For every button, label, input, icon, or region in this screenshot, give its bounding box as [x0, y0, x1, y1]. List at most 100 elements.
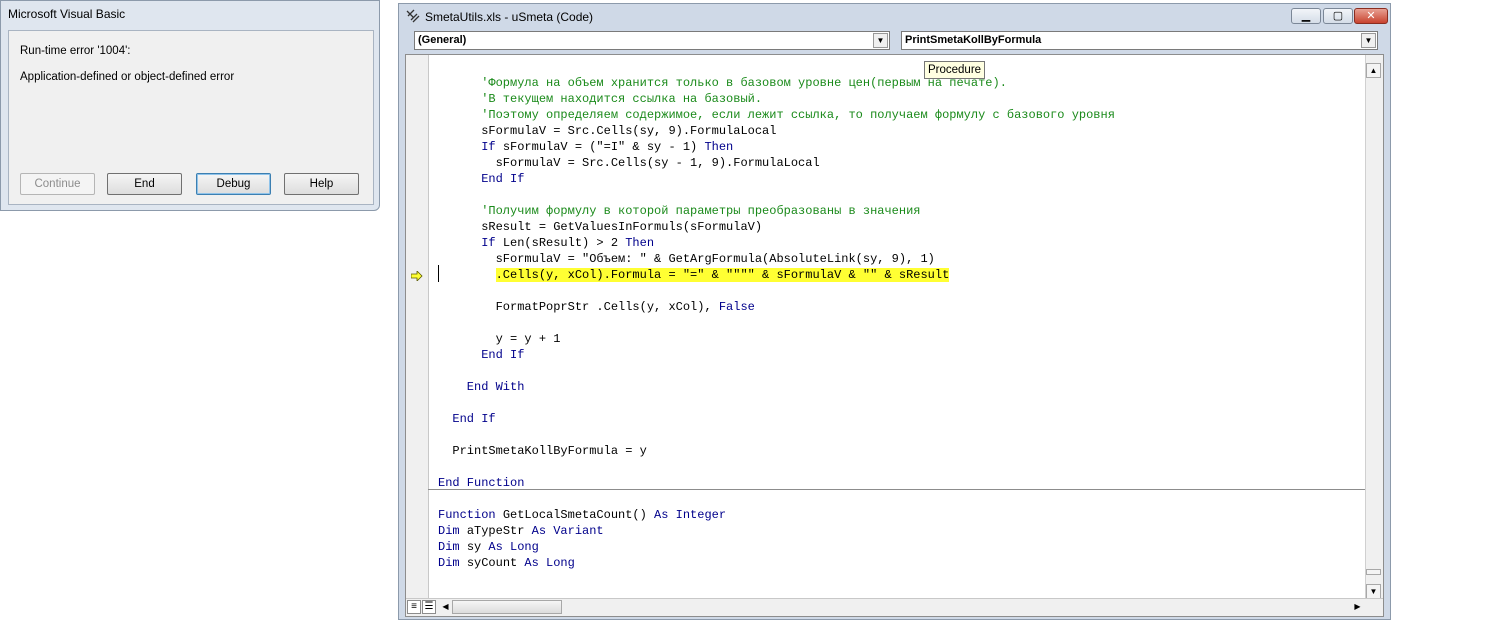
debug-button[interactable]: Debug: [196, 173, 271, 195]
scroll-up-icon[interactable]: ▲: [1366, 63, 1381, 78]
code-line[interactable]: If Len(sResult) > 2 Then: [438, 235, 1368, 251]
code-line[interactable]: Function GetLocalSmetaCount() As Integer: [438, 507, 1368, 523]
window-title: SmetaUtils.xls - uSmeta (Code): [425, 10, 594, 24]
code-token: End Function: [438, 476, 525, 490]
full-module-view-icon[interactable]: ☰: [422, 600, 436, 614]
code-token: 'В текущем находится ссылка на базовый.: [438, 92, 763, 106]
error-code-text: Run-time error '1004':: [20, 45, 131, 57]
code-line[interactable]: sFormulaV = Src.Cells(sy - 1, 9).Formula…: [438, 155, 1368, 171]
dialog-title: Microsoft Visual Basic: [8, 7, 126, 21]
code-line[interactable]: 'Поэтому определяем содержимое, если леж…: [438, 107, 1368, 123]
code-token: As Long: [488, 540, 539, 554]
code-token: sy: [466, 540, 489, 554]
procedure-combo[interactable]: PrintSmetaKollByFormula ▼: [901, 31, 1378, 50]
code-token: If: [438, 236, 503, 250]
code-editor[interactable]: 'Формула на объем хранится только в базо…: [405, 54, 1384, 617]
code-line[interactable]: [438, 187, 1368, 203]
code-token: sFormulaV = "Объем: " & GetArgFormula(Ab…: [438, 252, 935, 266]
code-line[interactable]: Dim aTypeStr As Variant: [438, 523, 1368, 539]
code-line[interactable]: y = y + 1: [438, 331, 1368, 347]
highlighted-statement: .Cells(y, xCol).Formula = "=" & """" & s…: [495, 268, 950, 282]
code-line[interactable]: [438, 363, 1368, 379]
code-token: 'Поэтому определяем содержимое, если леж…: [438, 108, 1115, 122]
code-line[interactable]: .Cells(y, xCol).Formula = "=" & """" & s…: [438, 267, 1368, 283]
breakpoint-margin[interactable]: [406, 55, 429, 600]
object-combo[interactable]: (General) ▼: [414, 31, 890, 50]
code-token: As Integer: [654, 508, 727, 522]
code-text[interactable]: 'Формула на объем хранится только в базо…: [438, 75, 1368, 571]
dialog-body: Run-time error '1004': Application-defin…: [8, 30, 374, 205]
code-token: Function: [438, 508, 503, 522]
horizontal-bar: ≡ ☰ ◀ ▶: [406, 598, 1383, 616]
code-token: End If: [438, 348, 525, 362]
close-button[interactable]: ✕: [1354, 8, 1388, 24]
code-token: sFormulaV = ("=I" & sy - 1): [502, 140, 705, 154]
maximize-button[interactable]: ▢: [1323, 8, 1353, 24]
procedure-tooltip: Procedure: [924, 61, 986, 79]
scroll-right-icon[interactable]: ▶: [1350, 600, 1365, 615]
code-line[interactable]: End If: [438, 347, 1368, 363]
chevron-down-icon[interactable]: ▼: [1361, 33, 1376, 48]
code-line[interactable]: [438, 395, 1368, 411]
code-line[interactable]: 'Формула на объем хранится только в базо…: [438, 75, 1368, 91]
code-token: If: [438, 140, 503, 154]
code-token: As Variant: [531, 524, 604, 538]
code-line[interactable]: [438, 427, 1368, 443]
error-message-text: Application-defined or object-defined er…: [20, 71, 235, 83]
code-token: Then: [625, 236, 655, 250]
vertical-scrollbar[interactable]: ▲ ▼: [1365, 55, 1383, 600]
code-token: FormatPoprStr .Cells(y, xCol),: [438, 300, 719, 314]
procedure-view-icon[interactable]: ≡: [407, 600, 421, 614]
code-token: sResult = GetValuesInFormuls(sFormulaV): [438, 220, 763, 234]
code-line[interactable]: If sFormulaV = ("=I" & sy - 1) Then: [438, 139, 1368, 155]
end-button[interactable]: End: [107, 173, 182, 195]
scroll-thumb[interactable]: [1366, 569, 1381, 575]
code-line[interactable]: [438, 315, 1368, 331]
code-token: sFormulaV = Src.Cells(sy - 1, 9).Formula…: [438, 156, 820, 170]
code-line[interactable]: sResult = GetValuesInFormuls(sFormulaV): [438, 219, 1368, 235]
code-token: End With: [438, 380, 525, 394]
procedure-separator: [428, 489, 1368, 490]
horizontal-scroll-thumb[interactable]: [452, 600, 562, 614]
code-token: False: [718, 300, 755, 314]
code-line[interactable]: 'В текущем находится ссылка на базовый.: [438, 91, 1368, 107]
code-token: GetLocalSmetaCount(): [502, 508, 655, 522]
code-token: Dim: [438, 540, 467, 554]
code-window: SmetaUtils.xls - uSmeta (Code) ▁ ▢ ✕ (Ge…: [398, 3, 1391, 620]
code-line[interactable]: End If: [438, 171, 1368, 187]
code-token: Then: [704, 140, 734, 154]
code-line[interactable]: [438, 491, 1368, 507]
code-line[interactable]: End If: [438, 411, 1368, 427]
code-line[interactable]: [438, 459, 1368, 475]
code-token: aTypeStr: [466, 524, 532, 538]
continue-button[interactable]: Continue: [20, 173, 95, 195]
code-line[interactable]: PrintSmetaKollByFormula = y: [438, 443, 1368, 459]
code-token: 'Получим формулу в которой параметры пре…: [438, 204, 921, 218]
vba-module-icon: [406, 9, 420, 23]
object-combo-value: (General): [418, 34, 467, 46]
code-line[interactable]: sFormulaV = Src.Cells(sy, 9).FormulaLoca…: [438, 123, 1368, 139]
code-line[interactable]: FormatPoprStr .Cells(y, xCol), False: [438, 299, 1368, 315]
code-line[interactable]: End With: [438, 379, 1368, 395]
code-token: Dim: [438, 524, 467, 538]
code-line[interactable]: sFormulaV = "Объем: " & GetArgFormula(Ab…: [438, 251, 1368, 267]
chevron-down-icon[interactable]: ▼: [873, 33, 888, 48]
scroll-left-icon[interactable]: ◀: [438, 600, 453, 615]
scroll-down-icon[interactable]: ▼: [1366, 584, 1381, 599]
code-line[interactable]: [438, 283, 1368, 299]
code-token: 'Формула на объем хранится только в базо…: [438, 76, 1007, 90]
code-token: y = y + 1: [438, 332, 561, 346]
code-line[interactable]: Dim sy As Long: [438, 539, 1368, 555]
code-token: PrintSmetaKollByFormula = y: [438, 444, 647, 458]
help-button[interactable]: Help: [284, 173, 359, 195]
code-line[interactable]: 'Получим формулу в которой параметры пре…: [438, 203, 1368, 219]
procedure-combo-value: PrintSmetaKollByFormula: [905, 34, 1042, 46]
code-token: syCount: [466, 556, 525, 570]
code-token: End If: [438, 412, 496, 426]
error-dialog: Microsoft Visual Basic Run-time error '1…: [0, 0, 380, 211]
code-token: Dim: [438, 556, 467, 570]
minimize-button[interactable]: ▁: [1291, 8, 1321, 24]
code-line[interactable]: Dim syCount As Long: [438, 555, 1368, 571]
code-token: Len(sResult) > 2: [502, 236, 626, 250]
